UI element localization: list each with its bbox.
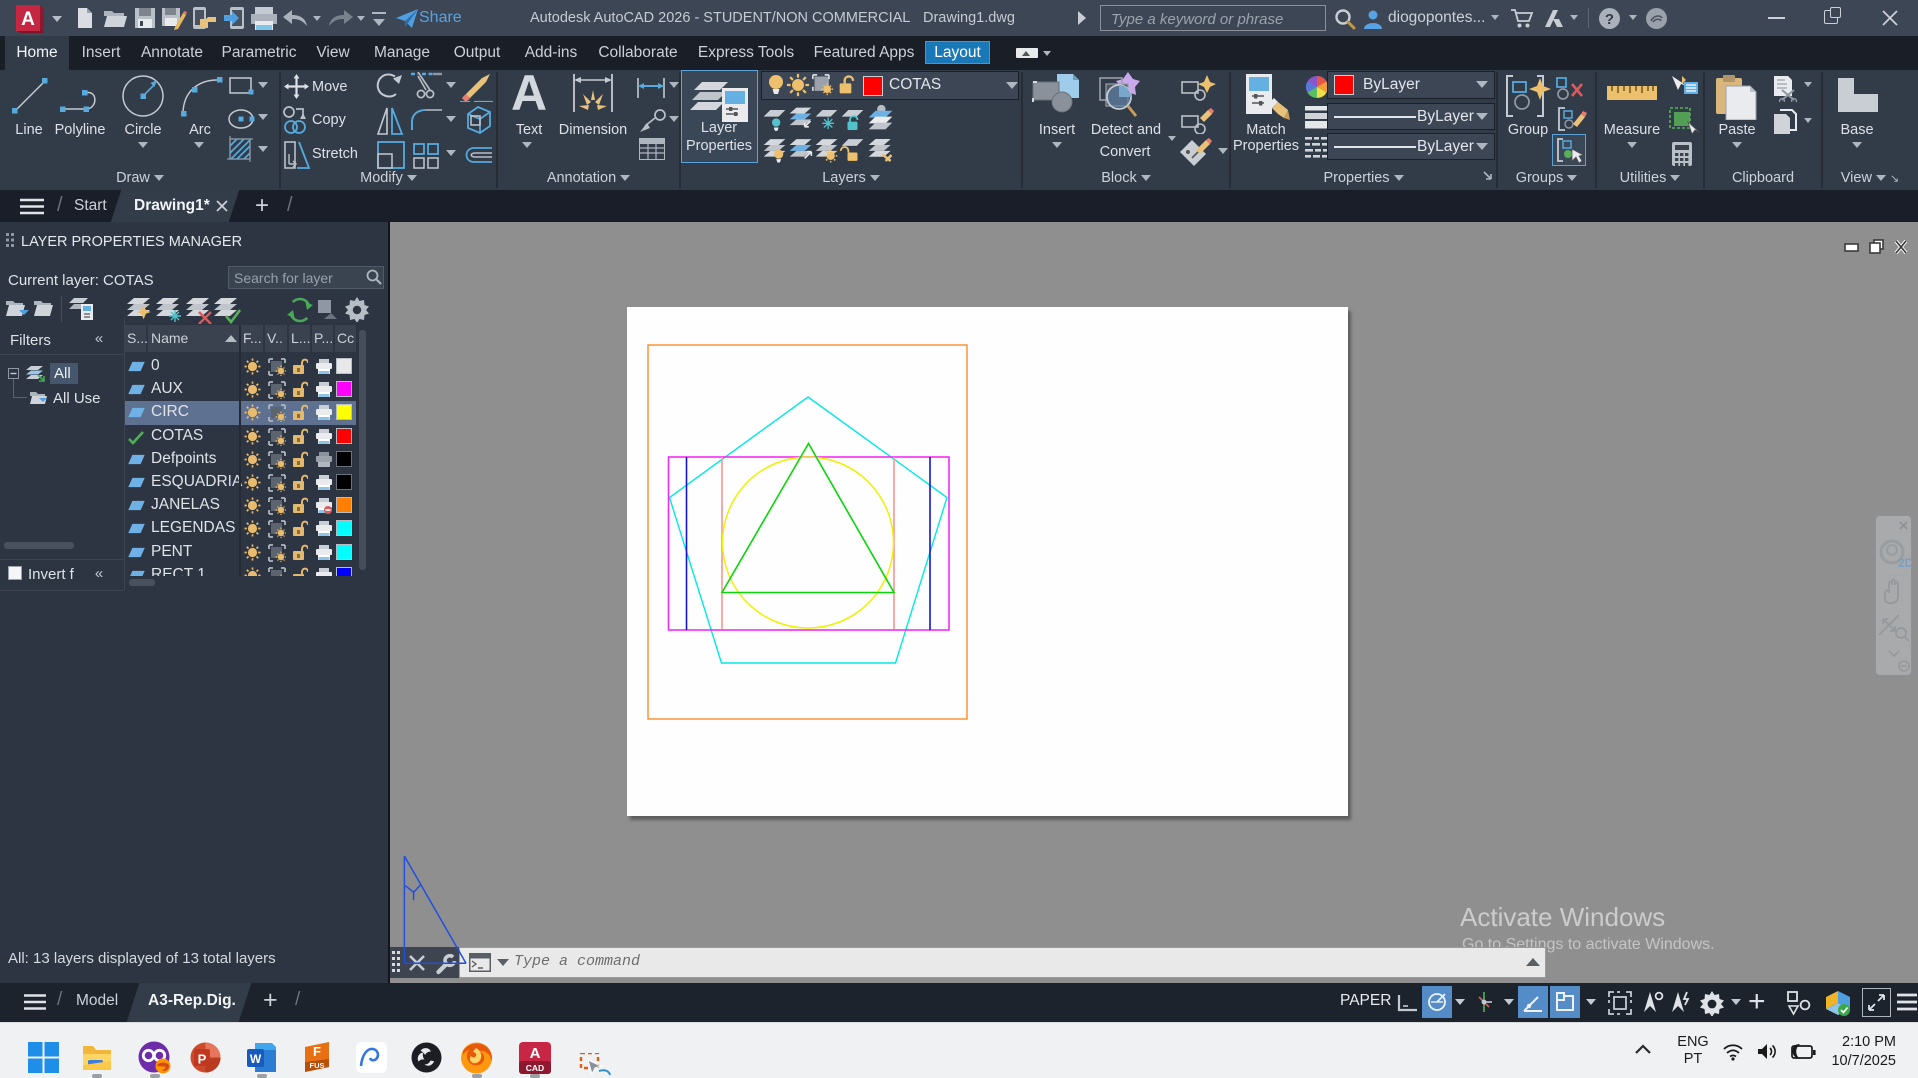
svg-text:A: A (530, 1045, 541, 1062)
svg-text:CAD: CAD (526, 1063, 544, 1073)
svg-text:F: F (313, 1044, 321, 1059)
svg-text:2D: 2D (1898, 556, 1912, 570)
svg-text:?: ? (1605, 11, 1614, 28)
svg-text:P: P (198, 1052, 207, 1067)
svg-text:A: A (21, 9, 35, 30)
svg-text:W: W (250, 1052, 262, 1066)
svg-text:FUS: FUS (310, 1061, 325, 1070)
